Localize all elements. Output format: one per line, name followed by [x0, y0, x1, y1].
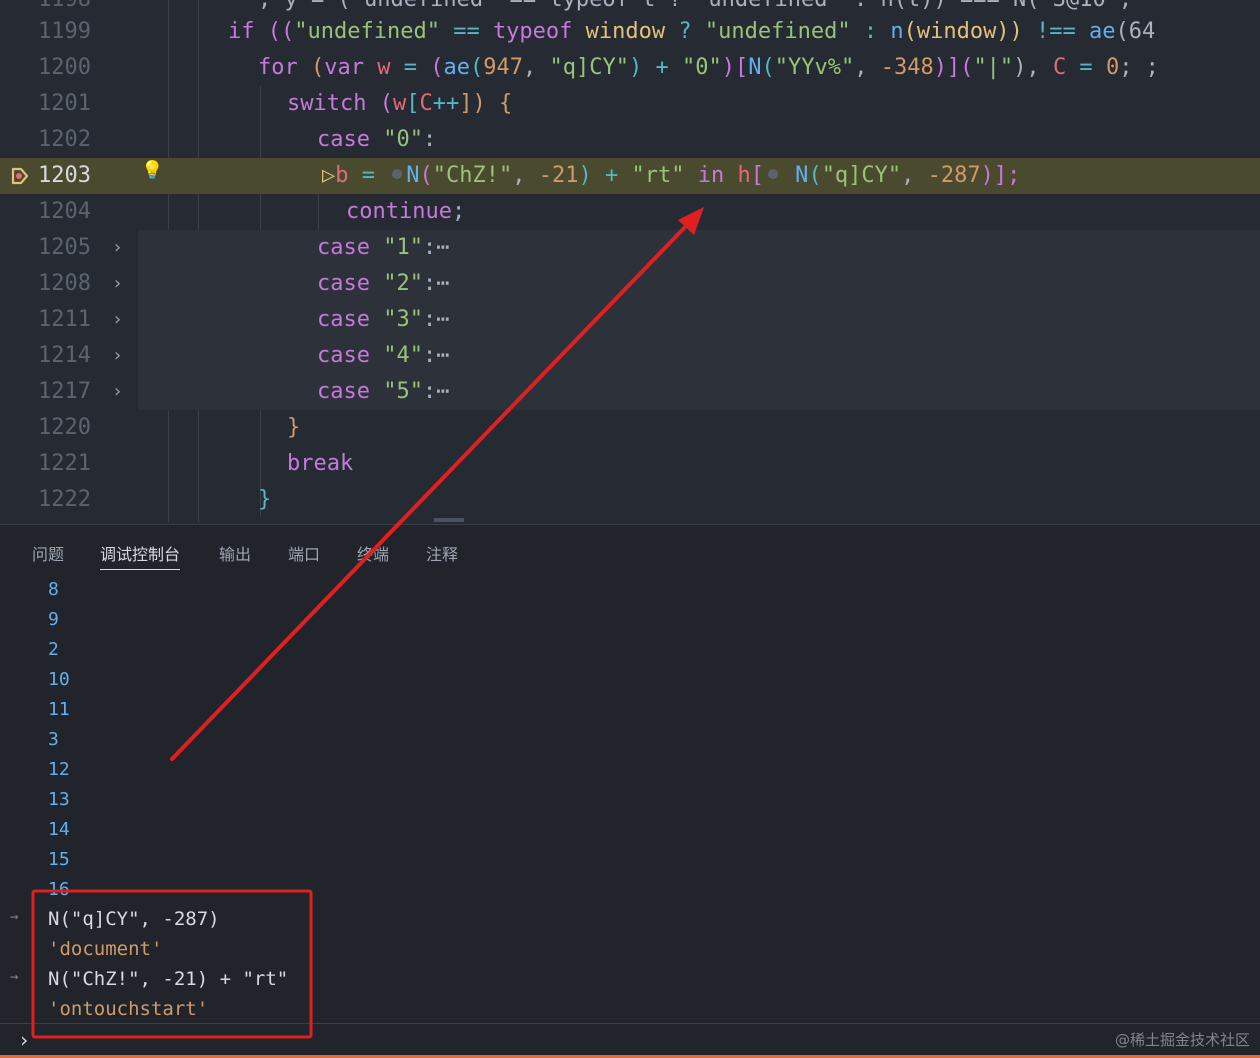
panel-tabs: 问题 调试控制台 输出 端口 终端 注释: [0, 525, 1260, 583]
line-number: 1199: [38, 19, 91, 44]
chevron-right-icon[interactable]: ›: [112, 266, 123, 302]
code-text: switch (w[C++]) {: [287, 91, 513, 116]
console-output-line: 11: [48, 699, 70, 720]
code-editor[interactable]: 1198 ; y = ("undefined" == typeof t ? "u…: [0, 0, 1260, 522]
code-line-1221[interactable]: 1221 break: [0, 446, 1260, 482]
code-text: case "0":: [317, 127, 437, 152]
chevron-right-icon[interactable]: ›: [112, 338, 123, 374]
repl-result: 'ontouchstart': [48, 998, 209, 1020]
code-text: }: [258, 487, 272, 512]
line-number: 1202: [38, 127, 91, 152]
code-line-1200[interactable]: 1200 for (var w = (ae(947, "q]CY") + "0"…: [0, 50, 1260, 86]
console-input-bar[interactable]: ›: [0, 1023, 1260, 1056]
code-line-1208[interactable]: 1208 › case "2":⋯: [0, 266, 1260, 302]
line-number: 1222: [38, 487, 91, 512]
line-number: 1211: [38, 307, 91, 332]
console-output-line: 9: [48, 609, 59, 630]
code-line-1211[interactable]: 1211 › case "3":⋯: [0, 302, 1260, 338]
line-number: 1203: [38, 163, 91, 188]
tab-debug-console[interactable]: 调试控制台: [100, 541, 181, 570]
watermark: @稀土掘金技术社区: [1114, 1031, 1250, 1049]
repl-input: N("ChZ!", -21) + "rt": [48, 968, 289, 990]
repl-result: 'document': [48, 938, 163, 960]
code-text: continue;: [346, 199, 466, 224]
code-text: ▷b = N("ChZ!", -21) + "rt" in h[ N("q]CY…: [322, 163, 1021, 188]
code-text: if (("undefined" == typeof window ? "und…: [228, 19, 1156, 44]
console-output-line: 15: [48, 849, 70, 870]
code-line-1217[interactable]: 1217 › case "5":⋯: [0, 374, 1260, 410]
tab-output[interactable]: 输出: [219, 541, 251, 565]
lightbulb-icon[interactable]: 💡: [141, 160, 163, 181]
repl-input: N("q]CY", -287): [48, 908, 220, 930]
inline-breakpoint-dot-icon: [392, 169, 403, 179]
horizontal-scrollbar-thumb[interactable]: [434, 518, 464, 522]
line-number: 1217: [38, 379, 91, 404]
chevron-right-icon[interactable]: ›: [112, 374, 123, 410]
code-text: for (var w = (ae(947, "q]CY") + "0")[N("…: [258, 55, 1159, 80]
line-number: 1220: [38, 415, 91, 440]
line-number: 1221: [38, 451, 91, 476]
inline-breakpoint-dot-icon: [767, 169, 778, 179]
tab-terminal[interactable]: 终端: [357, 541, 389, 565]
console-output-line: 2: [48, 639, 59, 660]
console-output-line: 3: [48, 729, 59, 750]
console-output-line: 13: [48, 789, 70, 810]
code-text: case "4":⋯: [317, 343, 450, 368]
tab-problems[interactable]: 问题: [32, 541, 64, 565]
tab-ports[interactable]: 端口: [288, 541, 320, 565]
code-line-1205[interactable]: 1205 › case "1":⋯: [0, 230, 1260, 266]
inline-stop-icon: ▷: [322, 163, 336, 188]
chevron-right-icon[interactable]: ›: [112, 302, 123, 338]
code-line-1220[interactable]: 1220 }: [0, 410, 1260, 446]
arrow-right-icon: →: [10, 969, 19, 985]
code-line-1214[interactable]: 1214 › case "4":⋯: [0, 338, 1260, 374]
console-output-line: 12: [48, 759, 70, 780]
code-line-1202[interactable]: 1202 case "0":: [0, 122, 1260, 158]
line-number: 1214: [38, 343, 91, 368]
code-text: case "3":⋯: [317, 307, 450, 332]
line-number: 1204: [38, 199, 91, 224]
chevron-right-icon[interactable]: ›: [112, 230, 123, 266]
code-text: case "2":⋯: [317, 271, 450, 296]
code-line-1203-paused[interactable]: 1203 ▷b = N("ChZ!", -21) + "rt" in h[ N(…: [0, 158, 1260, 194]
code-text: case "1":⋯: [317, 235, 450, 260]
line-number: 1200: [38, 55, 91, 80]
console-output-line: 16: [48, 879, 70, 900]
paused-breakpoint-icon[interactable]: [10, 166, 30, 186]
code-text: break: [287, 451, 354, 476]
bottom-panel: 问题 调试控制台 输出 端口 终端 注释 8 9 2 10 11 3 12 13…: [0, 524, 1260, 1058]
line-number: 1205: [38, 235, 91, 260]
console-output-line: 10: [48, 669, 70, 690]
code-line-1204[interactable]: 1204 continue;: [0, 194, 1260, 230]
tab-comments[interactable]: 注释: [426, 541, 458, 565]
console-output-line: 14: [48, 819, 70, 840]
code-line-1201[interactable]: 1201 switch (w[C++]) {: [0, 86, 1260, 122]
chevron-right-icon: ›: [18, 1028, 31, 1052]
line-number: 1208: [38, 271, 91, 296]
code-line-1199[interactable]: 1199 if (("undefined" == typeof window ?…: [0, 14, 1260, 50]
console-output-line: 8: [48, 579, 59, 600]
code-text: }: [287, 415, 301, 440]
code-line-1222[interactable]: 1222 }: [0, 482, 1260, 518]
line-number: 1201: [38, 91, 91, 116]
code-text: case "5":⋯: [317, 379, 450, 404]
arrow-right-icon: →: [10, 909, 19, 925]
